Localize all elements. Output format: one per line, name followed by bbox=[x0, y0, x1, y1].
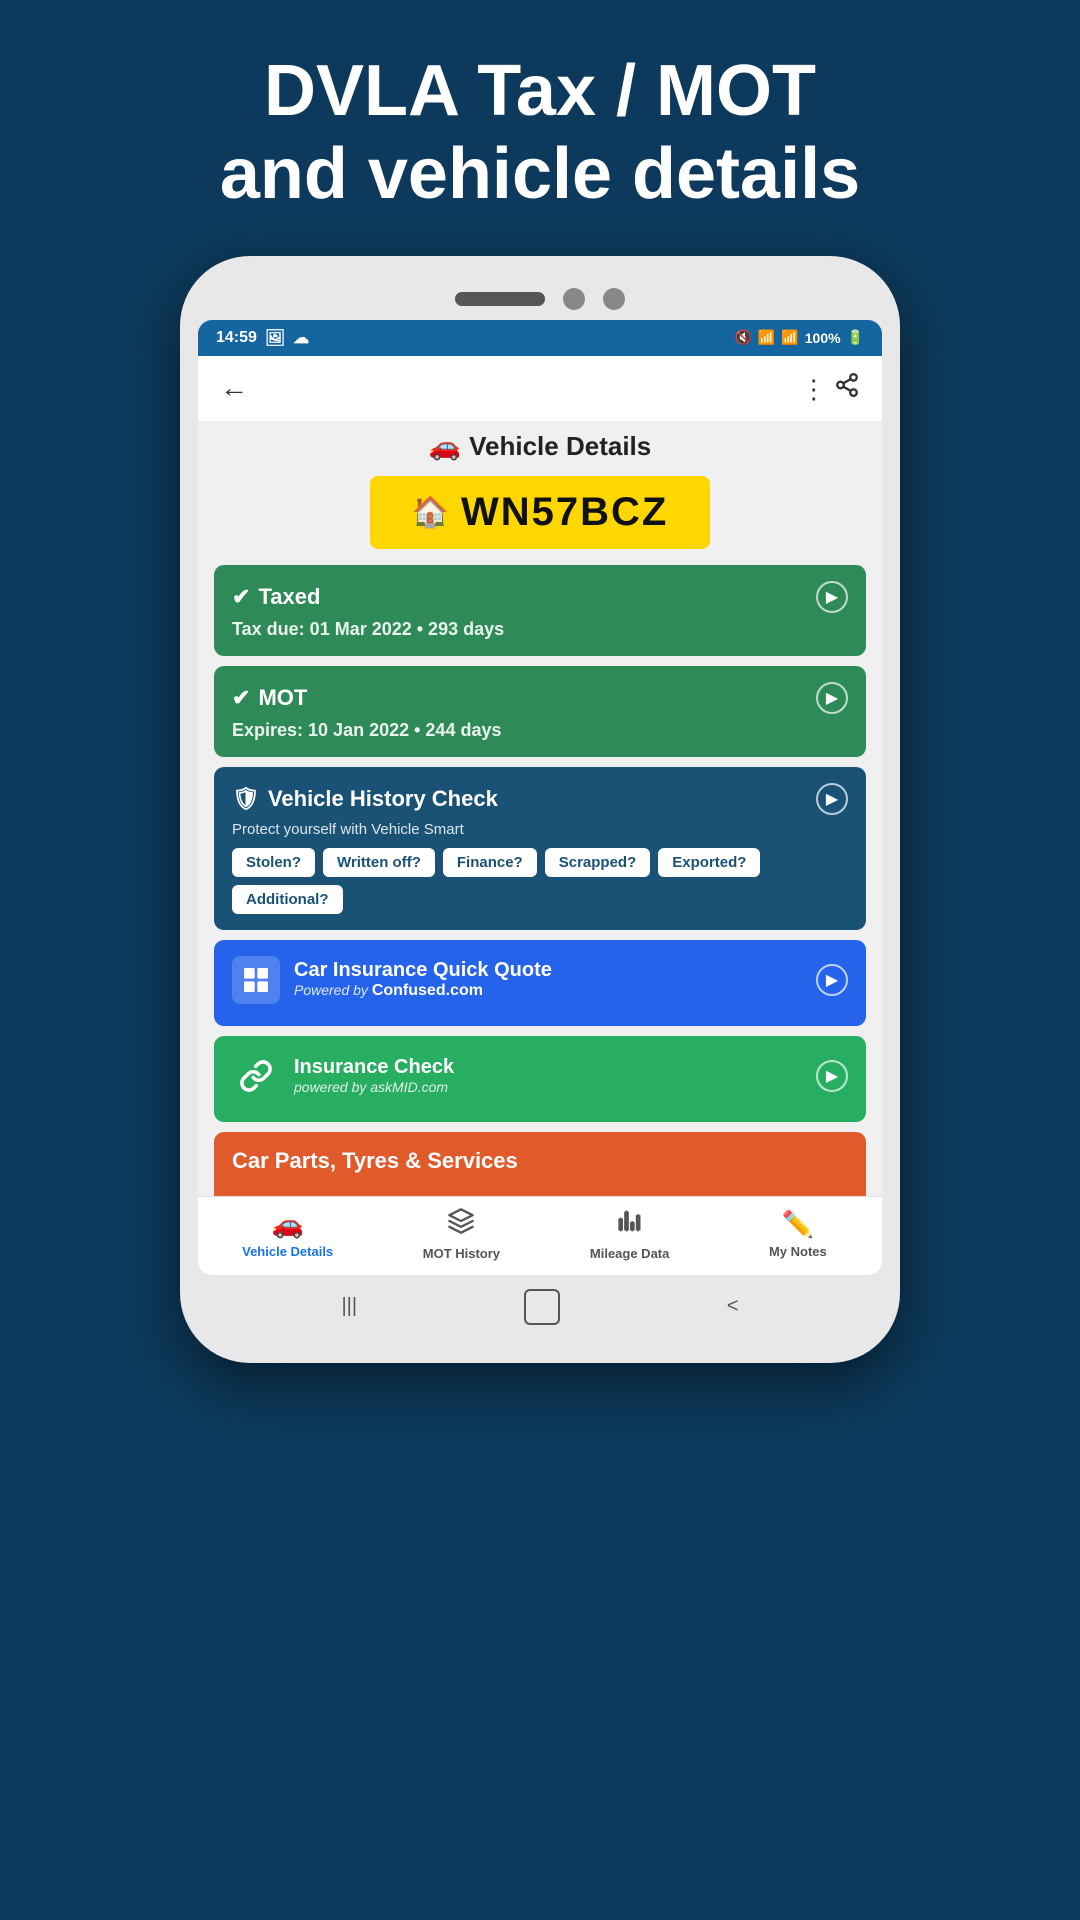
taxed-subtitle: Tax due: 01 Mar 2022 • 293 days bbox=[232, 619, 848, 640]
nav-mileage-icon bbox=[616, 1207, 644, 1242]
share-button[interactable]: ⋮ bbox=[801, 372, 860, 405]
taxed-arrow: ▶ bbox=[816, 581, 848, 613]
insurance-quote-subtitle: Powered by Confused.com bbox=[294, 982, 552, 1000]
nav-mot-icon bbox=[447, 1207, 475, 1242]
check-icon-mot: ✔ bbox=[232, 685, 250, 711]
gesture-forward: < bbox=[727, 1295, 739, 1318]
vehicle-details-heading: 🚗 Vehicle Details bbox=[214, 431, 866, 462]
status-cloud-icon: ☁ bbox=[293, 328, 309, 348]
insurance-check-left: Insurance Check powered by askMID.com bbox=[232, 1052, 454, 1100]
home-button[interactable] bbox=[524, 1289, 560, 1325]
nav-notes-label: My Notes bbox=[769, 1244, 827, 1259]
nav-notes-icon: ✏️ bbox=[782, 1209, 814, 1240]
phone-speaker bbox=[455, 292, 545, 306]
parts-card[interactable]: Car Parts, Tyres & Services bbox=[214, 1132, 866, 1196]
status-signal-icon: 📶 bbox=[781, 329, 798, 346]
nav-vehicle-details[interactable]: 🚗 Vehicle Details bbox=[242, 1209, 333, 1259]
badge-finance[interactable]: Finance? bbox=[443, 848, 537, 877]
status-time: 14:59 bbox=[216, 329, 257, 347]
mot-card[interactable]: ✔ MOT ▶ Expires: 10 Jan 2022 • 244 days bbox=[214, 666, 866, 757]
badge-writtenoff[interactable]: Written off? bbox=[323, 848, 435, 877]
insurance-check-subtitle: powered by askMID.com bbox=[294, 1079, 454, 1095]
taxed-title: ✔ Taxed bbox=[232, 584, 320, 610]
mot-title: ✔ MOT bbox=[232, 685, 307, 711]
phone-camera-1 bbox=[563, 288, 585, 310]
status-wifi-icon: 📶 bbox=[758, 329, 775, 346]
status-battery: 100% bbox=[805, 330, 841, 346]
garage-icon: 🏠 bbox=[412, 495, 449, 530]
insurance-check-title: Insurance Check bbox=[294, 1056, 454, 1079]
nav-mot-history[interactable]: MOT History bbox=[421, 1207, 501, 1261]
plate-number: WN57BCZ bbox=[461, 490, 668, 535]
car-icon: 🚗 bbox=[429, 431, 461, 462]
phone-notch bbox=[198, 274, 882, 320]
nav-my-notes[interactable]: ✏️ My Notes bbox=[758, 1209, 838, 1259]
phone-screen: 14:59 🖼 ☁ 🔇 📶 📶 100% 🔋 ← ⋮ bbox=[198, 320, 882, 1275]
insurance-quote-icon bbox=[232, 956, 280, 1004]
status-image-icon: 🖼 bbox=[265, 328, 285, 348]
nav-car-icon: 🚗 bbox=[271, 1209, 303, 1240]
parts-title: Car Parts, Tyres & Services bbox=[232, 1148, 518, 1174]
status-left: 14:59 🖼 ☁ bbox=[216, 328, 309, 348]
nav-mileage-data[interactable]: Mileage Data bbox=[590, 1207, 670, 1261]
header-title: DVLA Tax / MOT and vehicle details bbox=[160, 0, 920, 256]
nav-vehicle-label: Vehicle Details bbox=[242, 1244, 333, 1259]
insurance-quote-left: Car Insurance Quick Quote Powered by Con… bbox=[232, 956, 552, 1004]
shield-check-icon: 🛡 bbox=[232, 786, 260, 812]
badge-exported[interactable]: Exported? bbox=[658, 848, 760, 877]
history-badges: Stolen? Written off? Finance? Scrapped? … bbox=[232, 848, 848, 914]
insurance-quote-card[interactable]: Car Insurance Quick Quote Powered by Con… bbox=[214, 940, 866, 1026]
nav-mileage-label: Mileage Data bbox=[590, 1246, 669, 1261]
history-description: Protect yourself with Vehicle Smart bbox=[232, 821, 848, 838]
license-plate: 🏠 WN57BCZ bbox=[370, 476, 710, 549]
confused-brand: Confused.com bbox=[372, 982, 483, 999]
taxed-card[interactable]: ✔ Taxed ▶ Tax due: 01 Mar 2022 • 293 day… bbox=[214, 565, 866, 656]
status-bar: 14:59 🖼 ☁ 🔇 📶 📶 100% 🔋 bbox=[198, 320, 882, 356]
top-bar: ← ⋮ bbox=[198, 356, 882, 421]
badge-additional[interactable]: Additional? bbox=[232, 885, 343, 914]
mot-subtitle: Expires: 10 Jan 2022 • 244 days bbox=[232, 720, 848, 741]
nav-mot-label: MOT History bbox=[423, 1246, 500, 1261]
phone-bottom-bar: ||| < bbox=[198, 1275, 882, 1333]
insurance-check-text: Insurance Check powered by askMID.com bbox=[294, 1056, 454, 1095]
insurance-quote-text: Car Insurance Quick Quote Powered by Con… bbox=[294, 959, 552, 1000]
status-right: 🔇 📶 📶 100% 🔋 bbox=[734, 329, 864, 346]
insurance-check-card[interactable]: Insurance Check powered by askMID.com ▶ bbox=[214, 1036, 866, 1122]
phone-camera-2 bbox=[603, 288, 625, 310]
badge-scrapped[interactable]: Scrapped? bbox=[545, 848, 651, 877]
badge-stolen[interactable]: Stolen? bbox=[232, 848, 315, 877]
bottom-nav: 🚗 Vehicle Details MOT History bbox=[198, 1196, 882, 1275]
insurance-quote-arrow: ▶ bbox=[816, 964, 848, 996]
status-mute-icon: 🔇 bbox=[734, 329, 751, 346]
history-check-card[interactable]: 🛡 Vehicle History Check ▶ Protect yourse… bbox=[214, 767, 866, 930]
back-button[interactable]: ← bbox=[220, 372, 248, 404]
phone-frame: 14:59 🖼 ☁ 🔇 📶 📶 100% 🔋 ← ⋮ bbox=[180, 256, 900, 1363]
mot-arrow: ▶ bbox=[816, 682, 848, 714]
history-arrow: ▶ bbox=[816, 783, 848, 815]
insurance-check-icon bbox=[232, 1052, 280, 1100]
check-icon-taxed: ✔ bbox=[232, 584, 250, 610]
screen-content: 🚗 Vehicle Details 🏠 WN57BCZ ✔ Taxed ▶ Ta… bbox=[198, 421, 882, 1196]
gesture-back: ||| bbox=[341, 1295, 357, 1318]
insurance-check-arrow: ▶ bbox=[816, 1060, 848, 1092]
history-title: 🛡 Vehicle History Check bbox=[232, 786, 498, 812]
status-battery-icon: 🔋 bbox=[847, 329, 864, 346]
insurance-quote-title: Car Insurance Quick Quote bbox=[294, 959, 552, 982]
